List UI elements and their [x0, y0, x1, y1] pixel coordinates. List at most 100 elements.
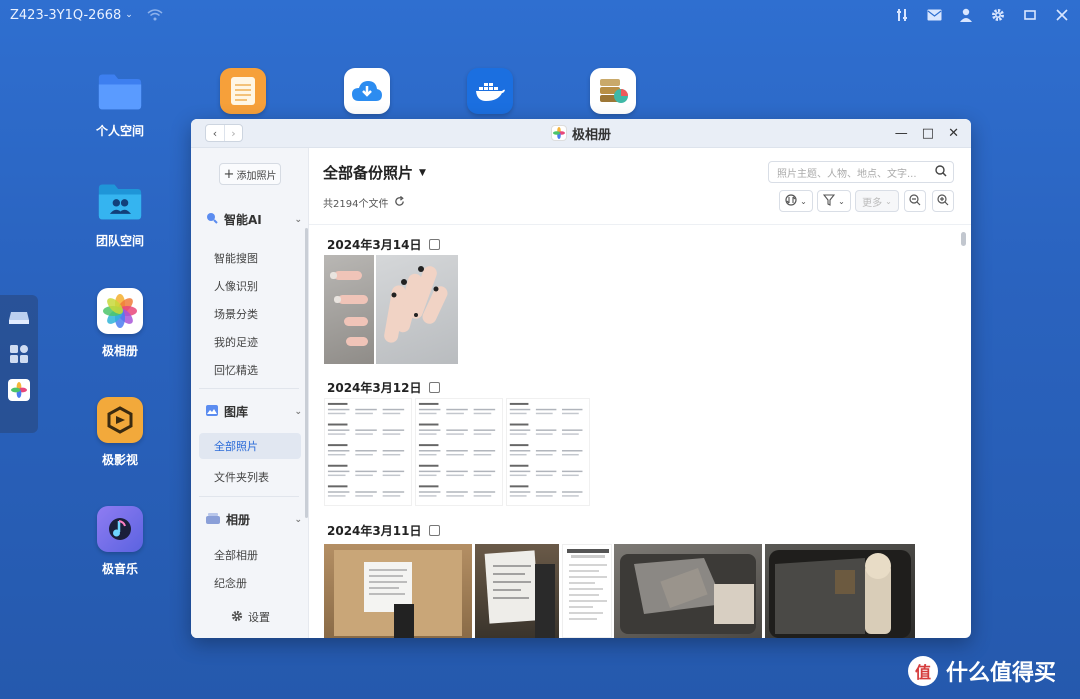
notes-icon [220, 68, 266, 114]
photos-icon [97, 288, 143, 334]
tools-icon[interactable] [894, 7, 910, 23]
photo-thumbnail[interactable] [415, 398, 503, 506]
sidebar-item-all-photos[interactable]: 全部照片 [199, 433, 301, 459]
sidebar-scrollbar[interactable] [305, 228, 308, 518]
nav-buttons: ‹ › [205, 124, 243, 142]
desktop-app-music[interactable]: 极音乐 [80, 506, 160, 577]
photo-thumbnail[interactable] [614, 544, 762, 638]
search-input[interactable]: 照片主题、人物、地点、文字... [768, 161, 954, 183]
desktop-app-database[interactable] [573, 68, 653, 122]
sidebar: + 添加照片 智能AI ⌄ 智能搜图 人像识别 场景分类 我的足迹 回忆精选 图… [191, 148, 309, 638]
search-icon[interactable] [935, 164, 947, 180]
view-selector[interactable]: 全部备份照片 ▼ [323, 162, 426, 183]
more-label: 更多 [862, 197, 883, 209]
sidebar-item-memorial-book[interactable]: 纪念册 [214, 575, 247, 591]
photo-thumbnail[interactable] [765, 544, 915, 638]
photo-thumbnail[interactable] [324, 255, 374, 364]
select-group-checkbox[interactable] [429, 239, 441, 250]
zoom-in-button[interactable] [932, 190, 954, 212]
watermark-badge: 值 [908, 656, 938, 686]
chevron-down-icon: ⌄ [838, 196, 845, 206]
photo-thumbnail[interactable] [324, 544, 472, 638]
sidebar-item-scene-classification[interactable]: 场景分类 [214, 306, 258, 322]
window-controls: — □ ✕ [895, 126, 959, 141]
section-library[interactable]: 图库 ⌄ [206, 403, 302, 420]
window-title: 极相册 [550, 124, 611, 143]
desktop-app-personal-space[interactable]: 个人空间 [80, 68, 160, 139]
photos-icon[interactable] [8, 379, 30, 401]
more-button[interactable]: 更多 ⌄ [855, 190, 899, 212]
device-name: Z423-3Y1Q-2668 [10, 7, 122, 23]
chevron-down-icon: ⌄ [800, 196, 807, 206]
refresh-icon[interactable] [394, 195, 405, 210]
image-icon [206, 404, 218, 419]
user-icon[interactable] [958, 7, 974, 23]
section-ai[interactable]: 智能AI ⌄ [206, 211, 302, 228]
album-icon [206, 512, 220, 527]
zoom-in-icon [937, 193, 949, 209]
photo-thumbnail[interactable] [506, 398, 590, 506]
sidebar-item-smart-search[interactable]: 智能搜图 [214, 250, 258, 266]
photo-thumbnail[interactable] [376, 255, 458, 364]
sidebar-item-my-footprints[interactable]: 我的足迹 [214, 334, 258, 350]
back-icon[interactable]: ‹ [206, 125, 224, 141]
filter-icon [822, 193, 836, 209]
close-icon[interactable] [1054, 7, 1070, 23]
select-group-checkbox[interactable] [429, 382, 441, 393]
video-icon [97, 397, 143, 443]
desktop-app-label: 极相册 [101, 344, 138, 358]
desktop-app-photos[interactable]: 极相册 [80, 288, 160, 359]
settings-label: 设置 [248, 611, 270, 624]
photo-thumbnail[interactable] [562, 544, 612, 638]
sidebar-item-folder-list[interactable]: 文件夹列表 [214, 469, 269, 485]
site-watermark: 值 什么值得买 [908, 655, 1056, 687]
photos-icon [550, 125, 567, 141]
date-label: 2024年3月12日 [327, 381, 422, 395]
close-icon[interactable]: ✕ [948, 126, 959, 141]
desktop-app-label: 极影视 [101, 453, 138, 467]
minimize-icon[interactable]: — [895, 126, 908, 141]
main-scrollbar[interactable] [961, 232, 966, 246]
gear-icon[interactable] [990, 7, 1006, 23]
divider [309, 224, 971, 225]
desktop-app-cloud-download[interactable] [327, 68, 407, 122]
date-label: 2024年3月11日 [327, 524, 422, 538]
select-group-checkbox[interactable] [429, 525, 441, 536]
forward-icon[interactable]: › [224, 125, 242, 141]
section-title: 相册 [226, 513, 251, 527]
desktop-app-docker[interactable] [450, 68, 530, 122]
search-placeholder: 照片主题、人物、地点、文字... [777, 168, 917, 180]
sort-button[interactable]: ⌄ [779, 190, 813, 212]
chevron-down-icon: ⌄ [294, 514, 302, 525]
zoom-out-button[interactable] [904, 190, 926, 212]
section-title: 智能AI [224, 213, 262, 227]
date-group-header: 2024年3月12日 [327, 379, 441, 396]
desktop-app-notes[interactable] [203, 68, 283, 122]
sidebar-item-all-albums[interactable]: 全部相册 [214, 547, 258, 563]
main-content: 全部备份照片 ▼ 共2194个文件 照片主题、人物、地点、文字... ⌄ ⌄ 更… [309, 148, 971, 638]
filter-button[interactable]: ⌄ [817, 190, 851, 212]
date-group-header: 2024年3月11日 [327, 522, 441, 539]
docker-icon [467, 68, 513, 114]
device-selector[interactable]: Z423-3Y1Q-2668 ⌄ [10, 8, 133, 23]
minimize-icon[interactable] [1022, 7, 1038, 23]
zoom-out-icon [909, 193, 921, 209]
photo-thumbnail[interactable] [324, 398, 412, 506]
desktop-app-video[interactable]: 极影视 [80, 397, 160, 468]
maximize-icon[interactable]: □ [922, 126, 934, 141]
sidebar-item-memories[interactable]: 回忆精选 [214, 362, 258, 378]
add-photos-label: 添加照片 [236, 170, 277, 182]
drive-icon[interactable] [8, 307, 30, 329]
top-bar: Z423-3Y1Q-2668 ⌄ [0, 0, 1080, 30]
add-photos-button[interactable]: + 添加照片 [219, 163, 281, 185]
watermark-text: 什么值得买 [946, 661, 1057, 686]
apps-grid-icon[interactable] [8, 343, 30, 365]
sidebar-item-face-recognition[interactable]: 人像识别 [214, 278, 258, 294]
ai-search-icon [206, 212, 218, 227]
desktop-app-team-space[interactable]: 团队空间 [80, 178, 160, 249]
mail-icon[interactable] [926, 7, 942, 23]
photo-thumbnail[interactable] [475, 544, 559, 638]
settings-button[interactable]: 设置 [231, 609, 270, 625]
desktop-app-label: 团队空间 [95, 234, 144, 248]
section-albums[interactable]: 相册 ⌄ [206, 511, 302, 528]
